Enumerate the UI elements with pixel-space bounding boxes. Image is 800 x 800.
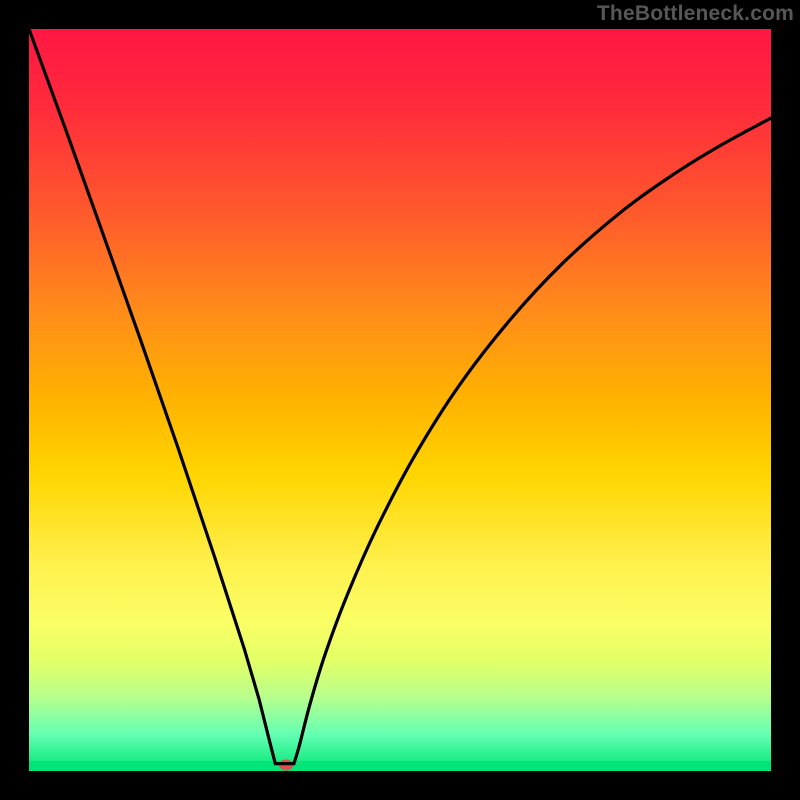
plot-area [29, 29, 771, 771]
watermark-text: TheBottleneck.com [597, 2, 794, 26]
bottleneck-v-curve [29, 29, 771, 771]
